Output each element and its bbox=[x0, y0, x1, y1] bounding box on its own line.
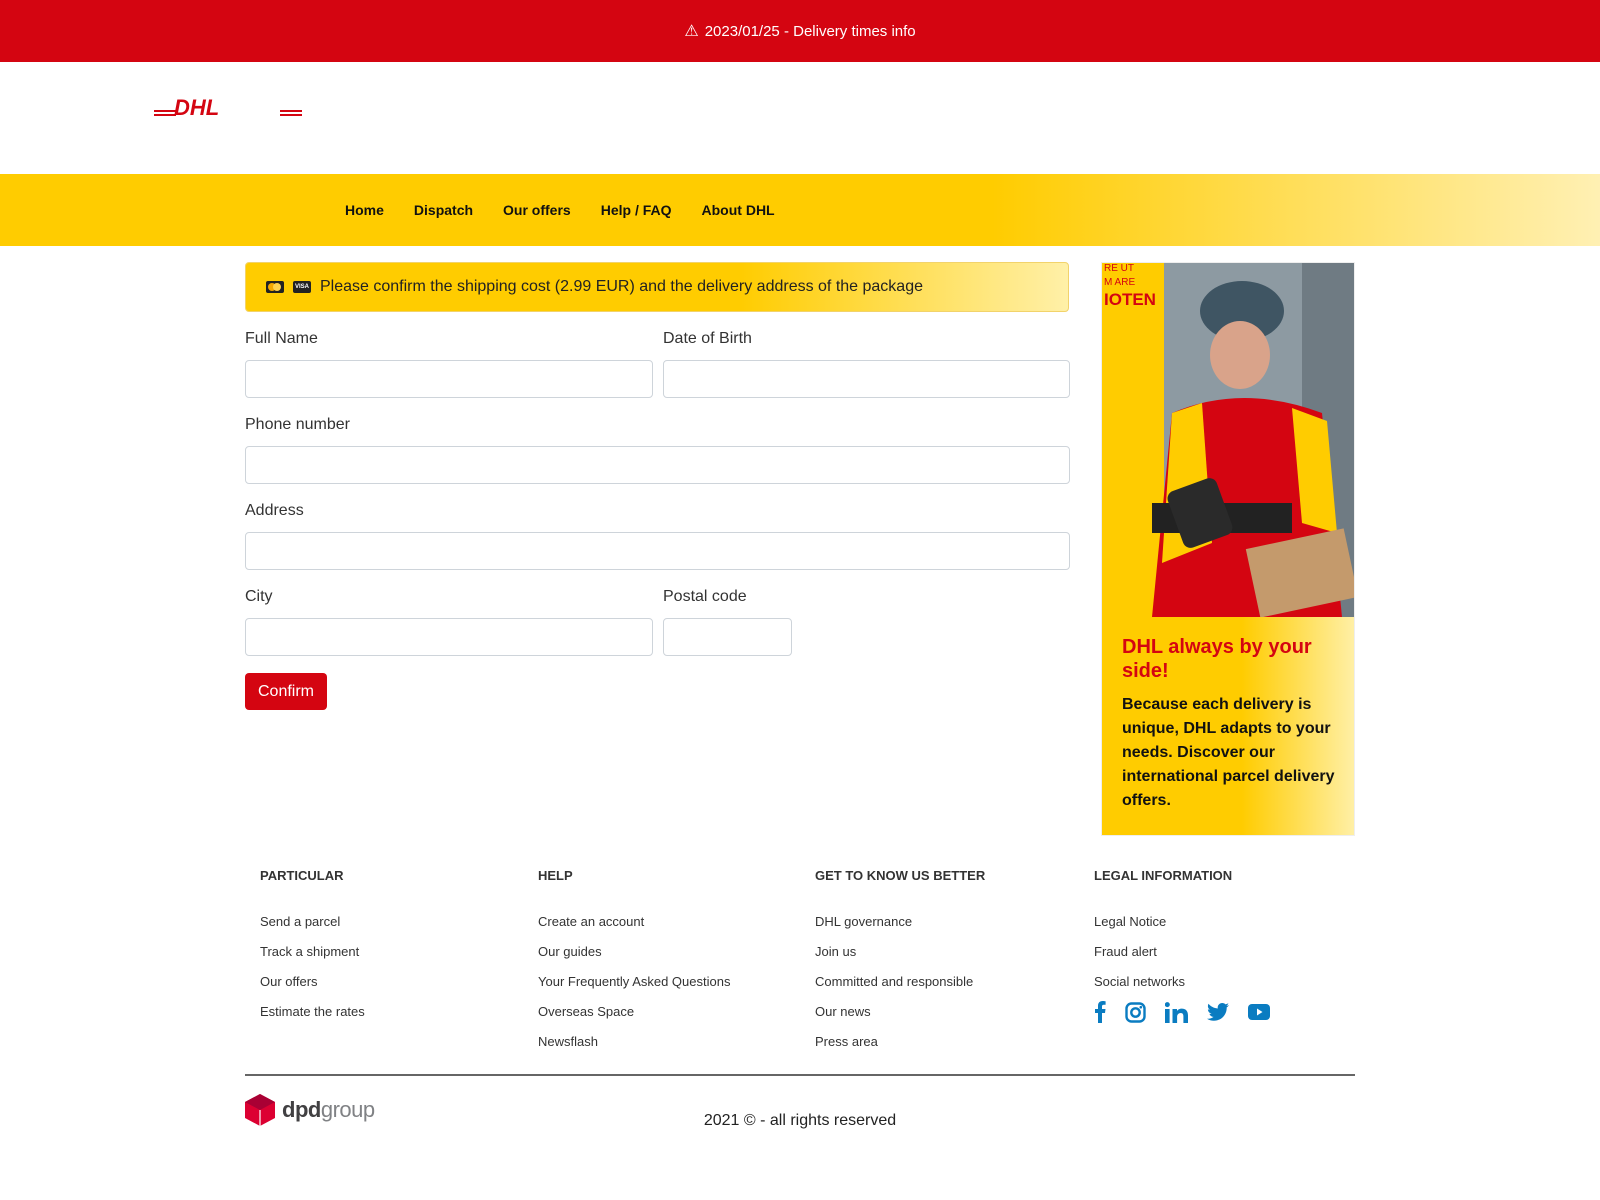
footer-link-faq[interactable]: Your Frequently Asked Questions bbox=[538, 967, 730, 997]
footer-link-overseas-space[interactable]: Overseas Space bbox=[538, 997, 730, 1027]
promo-image-text-3: IOTEN bbox=[1104, 290, 1156, 309]
footer-link-committed[interactable]: Committed and responsible bbox=[815, 967, 985, 997]
courier-photo: RE UT M ARE IOTEN bbox=[1102, 263, 1354, 617]
footer-column-get-to-know: GET TO KNOW US BETTER DHL governance Joi… bbox=[815, 868, 985, 1057]
announcement-bar[interactable]: ⚠ 2023/01/25 - Delivery times info bbox=[0, 0, 1600, 62]
footer-link-press-area[interactable]: Press area bbox=[815, 1027, 985, 1057]
address-input[interactable] bbox=[245, 532, 1070, 570]
city-label: City bbox=[245, 588, 273, 605]
footer-link-social-networks[interactable]: Social networks bbox=[1094, 967, 1232, 997]
mastercard-icon bbox=[266, 281, 284, 293]
warning-icon: ⚠ bbox=[684, 23, 699, 40]
announcement-text: 2023/01/25 - Delivery times info bbox=[704, 22, 916, 40]
nav-item-about[interactable]: About DHL bbox=[702, 202, 775, 218]
nav-item-our-offers[interactable]: Our offers bbox=[503, 202, 571, 218]
promo-text-block: DHL always by your side! Because each de… bbox=[1102, 617, 1354, 835]
footer-link-our-guides[interactable]: Our guides bbox=[538, 937, 730, 967]
footer-column-legal: LEGAL INFORMATION Legal Notice Fraud ale… bbox=[1094, 868, 1232, 997]
visa-icon: VISA bbox=[293, 281, 311, 293]
footer-link-our-offers[interactable]: Our offers bbox=[260, 967, 365, 997]
footer-link-create-account[interactable]: Create an account bbox=[538, 907, 730, 937]
linkedin-icon[interactable] bbox=[1164, 1001, 1188, 1028]
footer-link-legal-notice[interactable]: Legal Notice bbox=[1094, 907, 1232, 937]
promo-title: DHL always by your side! bbox=[1122, 636, 1312, 682]
main-nav: Home Dispatch Our offers Help / FAQ Abou… bbox=[0, 174, 1600, 246]
footer-link-join-us[interactable]: Join us bbox=[815, 937, 985, 967]
phone-input[interactable] bbox=[245, 446, 1070, 484]
shipping-cost-notice: VISA Please confirm the shipping cost (2… bbox=[245, 262, 1069, 312]
instagram-icon[interactable] bbox=[1125, 1001, 1146, 1028]
footer-divider bbox=[245, 1074, 1355, 1076]
notice-text: Please confirm the shipping cost (2.99 E… bbox=[320, 278, 923, 295]
dob-label: Date of Birth bbox=[663, 330, 752, 347]
footer-link-send-parcel[interactable]: Send a parcel bbox=[260, 907, 365, 937]
twitter-icon[interactable] bbox=[1207, 1003, 1229, 1026]
footer-heading: GET TO KNOW US BETTER bbox=[815, 868, 986, 883]
dob-input[interactable] bbox=[663, 360, 1070, 398]
footer-heading: LEGAL INFORMATION bbox=[1094, 868, 1233, 883]
footer-link-governance[interactable]: DHL governance bbox=[815, 907, 985, 937]
confirm-button[interactable]: Confirm bbox=[245, 673, 327, 710]
footer-column-particular: PARTICULAR Send a parcel Track a shipmen… bbox=[260, 868, 365, 1027]
promo-card[interactable]: RE UT M ARE IOTEN DHL always by your sid… bbox=[1101, 262, 1355, 836]
address-label: Address bbox=[245, 502, 304, 519]
footer-heading: PARTICULAR bbox=[260, 868, 344, 883]
full-name-label: Full Name bbox=[245, 330, 318, 347]
promo-image-text-2: M ARE bbox=[1104, 277, 1135, 288]
nav-item-home[interactable]: Home bbox=[345, 202, 384, 218]
facebook-icon[interactable] bbox=[1094, 1001, 1106, 1028]
postal-code-label: Postal code bbox=[663, 588, 747, 605]
postal-code-input[interactable] bbox=[663, 618, 792, 656]
full-name-input[interactable] bbox=[245, 360, 653, 398]
phone-label: Phone number bbox=[245, 416, 350, 433]
footer-link-newsflash[interactable]: Newsflash bbox=[538, 1027, 730, 1057]
footer-link-track-shipment[interactable]: Track a shipment bbox=[260, 937, 365, 967]
nav-item-dispatch[interactable]: Dispatch bbox=[414, 202, 473, 218]
footer-link-fraud-alert[interactable]: Fraud alert bbox=[1094, 937, 1232, 967]
promo-body: Because each delivery is unique, DHL ada… bbox=[1122, 696, 1335, 809]
youtube-icon[interactable] bbox=[1248, 1004, 1270, 1025]
nav-item-help-faq[interactable]: Help / FAQ bbox=[601, 202, 672, 218]
promo-image-text-1: RE UT bbox=[1104, 263, 1134, 274]
copyright-text: 2021 © - all rights reserved bbox=[703, 1112, 897, 1129]
footer-link-estimate-rates[interactable]: Estimate the rates bbox=[260, 997, 365, 1027]
footer-link-our-news[interactable]: Our news bbox=[815, 997, 985, 1027]
dhl-logo[interactable]: DHL bbox=[154, 95, 302, 120]
logo-text: DHL bbox=[174, 98, 219, 120]
footer-column-help: HELP Create an account Our guides Your F… bbox=[538, 868, 730, 1057]
social-links bbox=[1094, 1001, 1289, 1028]
city-input[interactable] bbox=[245, 618, 653, 656]
footer-heading: HELP bbox=[538, 868, 573, 883]
